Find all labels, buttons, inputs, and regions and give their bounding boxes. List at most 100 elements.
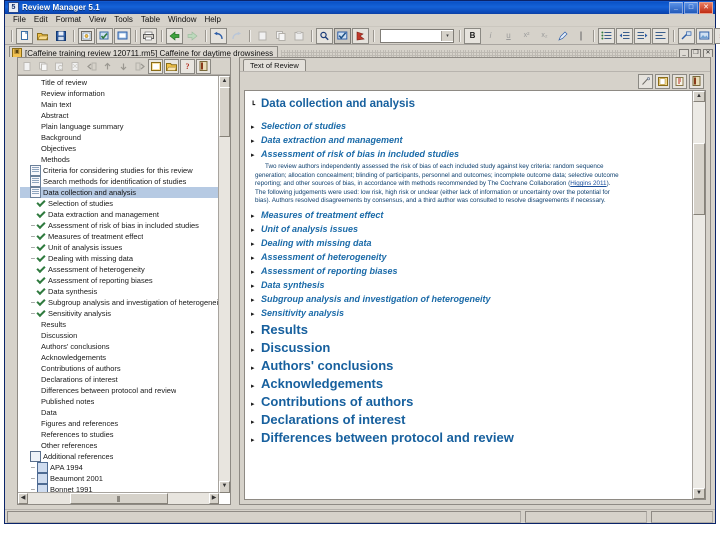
content-scroll-up-button[interactable]: ▲	[693, 91, 705, 102]
outline-tree-item[interactable]: Objectives	[20, 143, 219, 154]
show-text-button[interactable]	[196, 58, 211, 74]
insert-figure-button[interactable]	[696, 27, 713, 44]
section-bullet-icon[interactable]: ┗	[251, 99, 261, 111]
outdent-button[interactable]	[616, 27, 633, 44]
spellcheck-button[interactable]	[334, 27, 351, 44]
review-section-heading[interactable]: ▸ Contributions of authors	[251, 393, 685, 410]
review-section-heading[interactable]: ▸ Assessment of risk of bias in included …	[251, 148, 685, 161]
copy-button[interactable]	[272, 28, 289, 44]
review-section-heading[interactable]: ┗ Data collection and analysis	[251, 97, 685, 112]
outline-hscroll-thumb[interactable]	[70, 493, 168, 504]
outline-tree-item[interactable]: – Assessment of risk of bias in included …	[20, 220, 219, 231]
outline-tree-item[interactable]: Contributions of authors	[20, 363, 219, 374]
move-down-button[interactable]	[116, 59, 131, 74]
outline-tree-item[interactable]: Data synthesis	[20, 286, 219, 297]
section-bullet-icon[interactable]: ▸	[251, 326, 261, 338]
align-button[interactable]	[652, 27, 669, 44]
section-bullet-icon[interactable]: ▸	[251, 210, 261, 222]
outline-tree-item[interactable]: Search methods for identification of stu…	[20, 176, 219, 187]
outline-tree-item[interactable]: – APA 1994	[20, 462, 219, 473]
back-button[interactable]	[166, 27, 183, 44]
menu-tools[interactable]: Tools	[110, 14, 137, 26]
outline-tree-item[interactable]: – Beaumont 2001	[20, 473, 219, 484]
outline-tree-item[interactable]: Declarations of interest	[20, 374, 219, 385]
review-section-heading[interactable]: ▸ Authors' conclusions	[251, 357, 685, 374]
review-section-heading[interactable]: ▸ Sensitivity analysis	[251, 307, 685, 320]
outline-tree-item[interactable]: Assessment of heterogeneity	[20, 264, 219, 275]
find-button[interactable]	[316, 27, 333, 44]
review-section-heading[interactable]: ▸ Assessment of heterogeneity	[251, 251, 685, 264]
cut-button[interactable]	[254, 28, 271, 44]
section-bullet-icon[interactable]: ▸	[251, 266, 261, 278]
menu-format[interactable]: Format	[52, 14, 85, 26]
outline-tree-item[interactable]: Title of review	[20, 77, 219, 88]
section-bullet-icon[interactable]: ▸	[251, 135, 261, 147]
print-button[interactable]	[140, 27, 157, 44]
indent-button[interactable]	[634, 27, 651, 44]
chevron-down-icon[interactable]: ▾	[441, 30, 453, 41]
citation-link[interactable]: Higgins 2011	[570, 180, 606, 187]
menu-table[interactable]: Table	[137, 14, 164, 26]
outline-delete-button[interactable]	[68, 59, 83, 74]
outline-tree-item[interactable]: Data collection and analysis	[20, 187, 219, 198]
review-section-heading[interactable]: ▸ Assessment of reporting biases	[251, 265, 685, 278]
content-vertical-scrollbar[interactable]: ▲ ▼	[692, 91, 705, 499]
content-scroll-down-button[interactable]: ▼	[693, 488, 705, 499]
outline-tree-item[interactable]: Abstract	[20, 110, 219, 121]
section-bullet-icon[interactable]: ▸	[251, 398, 261, 410]
paragraph-style-select[interactable]: ▾	[380, 28, 454, 43]
outline-tree-item[interactable]: Authors' conclusions	[20, 341, 219, 352]
review-section-heading[interactable]: ▸ Dealing with missing data	[251, 237, 685, 250]
italic-button[interactable]: i	[482, 28, 499, 44]
outline-copy-button[interactable]	[36, 59, 51, 74]
outline-tree-item[interactable]: Review information	[20, 88, 219, 99]
outline-tree-item[interactable]: Published notes	[20, 396, 219, 407]
move-right-button[interactable]	[132, 59, 147, 74]
section-bullet-icon[interactable]: ▸	[251, 380, 261, 392]
outline-tree-item[interactable]: Differences between protocol and review	[20, 385, 219, 396]
section-bullet-icon[interactable]: ▸	[251, 252, 261, 264]
review-section-heading[interactable]: ▸ Subgroup analysis and investigation of …	[251, 293, 685, 306]
bullet-list-button[interactable]	[598, 27, 615, 44]
full-text-button[interactable]	[689, 73, 704, 89]
maximize-button[interactable]: □	[684, 1, 698, 14]
outline-tree-item[interactable]: – Sensitivity analysis	[20, 308, 219, 319]
outline-tree-item[interactable]: – Unit of analysis issues	[20, 242, 219, 253]
subscript-button[interactable]: x₂	[536, 28, 553, 44]
content-vscroll-thumb[interactable]	[693, 143, 705, 215]
minimize-button[interactable]: _	[669, 1, 683, 14]
section-bullet-icon[interactable]: ▸	[251, 416, 261, 428]
menu-help[interactable]: Help	[201, 14, 225, 26]
review-section-heading[interactable]: ▸ Data synthesis	[251, 279, 685, 292]
tab-text-of-review[interactable]: Text of Review	[243, 59, 306, 71]
outline-tree-item[interactable]: Methods	[20, 154, 219, 165]
outline-tree-item[interactable]: Main text	[20, 99, 219, 110]
clear-format-button[interactable]	[572, 28, 589, 44]
review-section-heading[interactable]: ▸ Measures of treatment effect	[251, 209, 685, 222]
outline-tree-item[interactable]: Results	[20, 319, 219, 330]
bold-button[interactable]: B	[464, 27, 481, 44]
review-section-heading[interactable]: ▸ Differences between protocol and review	[251, 429, 685, 446]
review-section-heading[interactable]: ▸ Results	[251, 321, 685, 338]
outline-tree-item[interactable]: Acknowledgements	[20, 352, 219, 363]
move-left-button[interactable]	[84, 59, 99, 74]
outline-paste-button[interactable]	[52, 59, 67, 74]
menu-view[interactable]: View	[85, 14, 110, 26]
outline-vscroll-thumb[interactable]	[219, 87, 230, 137]
review-section-heading[interactable]: ▸ Declarations of interest	[251, 411, 685, 428]
add-study-button[interactable]	[148, 58, 163, 74]
outline-tree-item[interactable]: References to studies	[20, 429, 219, 440]
section-bullet-icon[interactable]: ▸	[251, 149, 261, 161]
open-review-button[interactable]	[34, 28, 51, 44]
superscript-button[interactable]: x²	[518, 28, 535, 44]
outline-toggle-button[interactable]	[352, 27, 369, 44]
outline-scroll-left-button[interactable]: ◀	[18, 493, 28, 504]
menu-window[interactable]: Window	[164, 14, 200, 26]
undo-button[interactable]	[210, 27, 227, 44]
section-bullet-icon[interactable]: ▸	[251, 434, 261, 446]
outline-tree-item[interactable]: Other references	[20, 440, 219, 451]
outline-tree-item[interactable]: – Subgroup analysis and investigation of …	[20, 297, 219, 308]
underline-button[interactable]: u	[500, 28, 517, 44]
review-text-document[interactable]: ┗ Data collection and analysis ▸ Selection …	[244, 90, 706, 500]
outline-tree-item[interactable]: – Measures of treatment effect	[20, 231, 219, 242]
